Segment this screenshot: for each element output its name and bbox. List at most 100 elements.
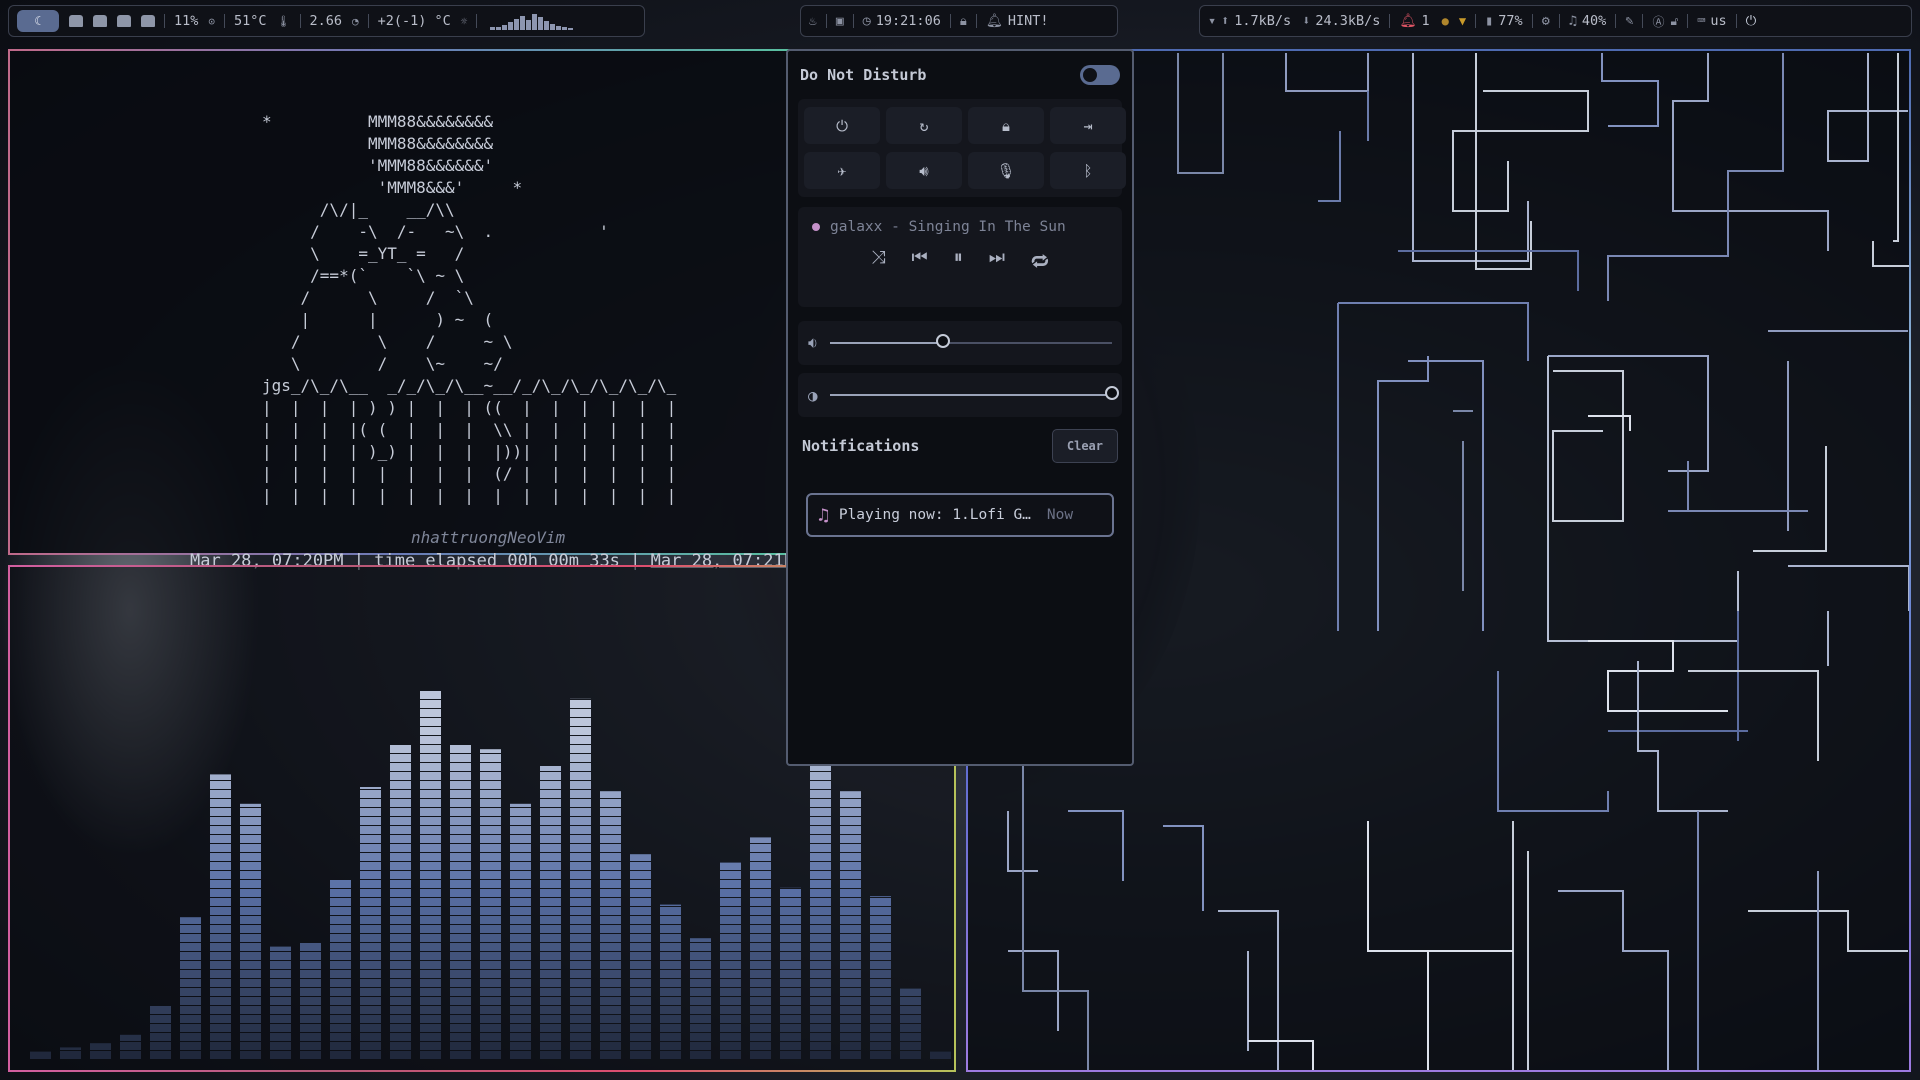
visualizer-bar [720, 862, 741, 1059]
mic-button[interactable]: 🎙︎ [968, 152, 1044, 189]
hint-label: HINT! [1007, 13, 1049, 29]
visualizer-bar [780, 887, 801, 1059]
visualizer-bar [210, 774, 231, 1059]
power-button[interactable]: ⏻ [804, 107, 880, 144]
keyboard-layout[interactable]: ⌨ us [1697, 13, 1726, 29]
gear-icon[interactable]: ⚙ [1542, 13, 1550, 29]
dnd-row: Do Not Disturb [798, 61, 1122, 89]
volume-slider[interactable] [830, 334, 1112, 348]
shuffle-icon[interactable]: ⤨ [871, 247, 885, 274]
notification-count[interactable]: 🔔︎ 1 [1399, 13, 1429, 29]
visualizer-bar [450, 745, 471, 1059]
brightness-slider[interactable] [829, 386, 1119, 400]
shield-icon[interactable]: ▼ [1459, 14, 1466, 28]
power-icon[interactable]: ⏻ [1746, 13, 1757, 29]
caps-icon[interactable]: Ⓐ [1652, 13, 1664, 30]
visualizer-bar [300, 943, 321, 1059]
nvim-window[interactable]: * MMM88&&&&&&&& MMM88&&&&&&&& 'MMM88&&&&… [8, 49, 804, 571]
volume-value: 40% [1581, 13, 1607, 29]
brightness-fill [829, 394, 1112, 396]
notification-text: Playing now: 1.Lofi G… [838, 507, 1031, 523]
bluetooth-icon: ᛒ [1083, 161, 1093, 180]
logout-button[interactable]: ⇥ [1050, 107, 1126, 144]
clear-button[interactable]: Clear [1051, 429, 1118, 463]
workspace-icon[interactable] [69, 15, 83, 27]
visualizer-bar [510, 803, 531, 1059]
volume[interactable]: ♫ 40% [1569, 13, 1607, 29]
headphones-icon: ♫ [1568, 13, 1577, 29]
media-indicator [812, 223, 820, 231]
visualizer-bar [660, 904, 681, 1059]
visualizer-bar [840, 791, 861, 1059]
visualizer-bar [750, 837, 771, 1059]
cpu-temp[interactable]: 51°C 🌡︎ [234, 13, 290, 29]
quick-settings: ⏻ ↻ 🔒︎ ⇥ ✈ 🔊︎ 🎙︎ ᛒ [798, 99, 1126, 197]
lock-icon: 🔒︎ [1002, 116, 1010, 135]
restart-button[interactable]: ↻ [886, 107, 962, 144]
mic-icon: 🎙︎ [996, 161, 1016, 180]
volume-fill [830, 342, 943, 344]
clock-icon: ◷ [862, 13, 871, 29]
visualizer-bar [330, 880, 351, 1059]
next-icon[interactable]: ⏭ [989, 247, 1005, 274]
airplane-icon: ✈ [837, 161, 847, 180]
weather[interactable]: +2(-1) °C ☼ [378, 13, 468, 29]
cpu-usage[interactable]: 11% ⊙ [174, 13, 215, 29]
visualizer-bar [180, 917, 201, 1059]
load-average[interactable]: 2.66 ◔ [310, 13, 359, 29]
visualizer-bar [570, 698, 591, 1059]
notifications-title: Notifications [802, 437, 920, 455]
visualizer-bar [120, 1034, 141, 1059]
visualizer-bar [60, 1047, 81, 1059]
battery-value: 77% [1498, 13, 1523, 29]
unlock-icon[interactable]: 🔓︎ [1670, 14, 1678, 29]
visualizer-bar [30, 1051, 51, 1059]
media-player: galaxx - Singing In The Sun ⤨ ⏮ ⏸ ⏭ 🔁︎ [798, 207, 1122, 307]
media-title-row: galaxx - Singing In The Sun [812, 219, 1108, 235]
network-speed[interactable]: ▾ ⬆ 1.7kB/s ⬇ 24.3kB/s [1208, 13, 1380, 29]
lock-button[interactable]: 🔒︎ [968, 107, 1044, 144]
visualizer-bar [900, 988, 921, 1059]
volume-button[interactable]: 🔊︎ [886, 152, 962, 189]
volume-knob[interactable] [935, 334, 950, 348]
lock-icon[interactable]: 🔒︎ [960, 14, 967, 29]
notification-item[interactable]: ♫ Playing now: 1.Lofi G… Now [806, 493, 1114, 537]
wallpaper-icon[interactable]: ▣ [836, 14, 844, 29]
dnd-toggle[interactable] [1080, 65, 1120, 85]
control-center: Do Not Disturb ⏻ ↻ 🔒︎ ⇥ ✈ 🔊︎ 🎙︎ ᛒ galaxx… [786, 49, 1134, 766]
repeat-icon[interactable]: 🔁︎ [1031, 247, 1049, 274]
pause-icon[interactable]: ⏸ [954, 247, 963, 274]
music-note-icon: ♫ [818, 504, 829, 526]
layout-value: us [1710, 13, 1727, 29]
visualizer-bar [90, 1043, 111, 1059]
visualizer-bar [600, 791, 621, 1059]
airplane-button[interactable]: ✈ [804, 152, 880, 189]
workspace-icon[interactable] [117, 15, 131, 27]
visualizer-bar [870, 896, 891, 1059]
bar-center: ♨ ▣ ◷ 19:21:06 🔒︎ 🔔︎ HINT! [800, 5, 1118, 37]
gauge-icon: ◔ [352, 14, 359, 28]
bluetooth-button[interactable]: ᛒ [1050, 152, 1126, 189]
workspace-active[interactable]: ☾ [17, 10, 59, 32]
clock[interactable]: ◷ 19:21:06 [863, 13, 941, 29]
notification-value: 1 [1421, 13, 1430, 29]
mic-muted-icon[interactable]: ✎ [1625, 13, 1633, 29]
cpu-icon: ⊙ [208, 14, 216, 28]
visualizer-bar [630, 854, 651, 1059]
speaker-icon: 🔉︎ [808, 333, 819, 352]
visualizer-bar [810, 736, 831, 1059]
fire-icon[interactable]: ♨ [809, 14, 817, 29]
logout-icon: ⇥ [1083, 116, 1093, 135]
hint-button[interactable]: 🔔︎ HINT! [986, 13, 1049, 29]
visualizer-bar [240, 803, 261, 1059]
visualizer-bar [420, 691, 441, 1059]
flame-icon[interactable]: ● [1442, 14, 1449, 28]
media-controls: ⤨ ⏮ ⏸ ⏭ 🔁︎ [812, 247, 1108, 274]
visualizer-bar [270, 946, 291, 1059]
workspace-icon[interactable] [141, 15, 155, 27]
brightness-knob[interactable] [1105, 386, 1119, 400]
previous-icon[interactable]: ⏮ [912, 247, 928, 274]
workspace-icon[interactable] [93, 15, 107, 27]
battery[interactable]: ▮ 77% [1485, 13, 1523, 29]
thermometer-icon: 🌡︎ [276, 14, 291, 28]
